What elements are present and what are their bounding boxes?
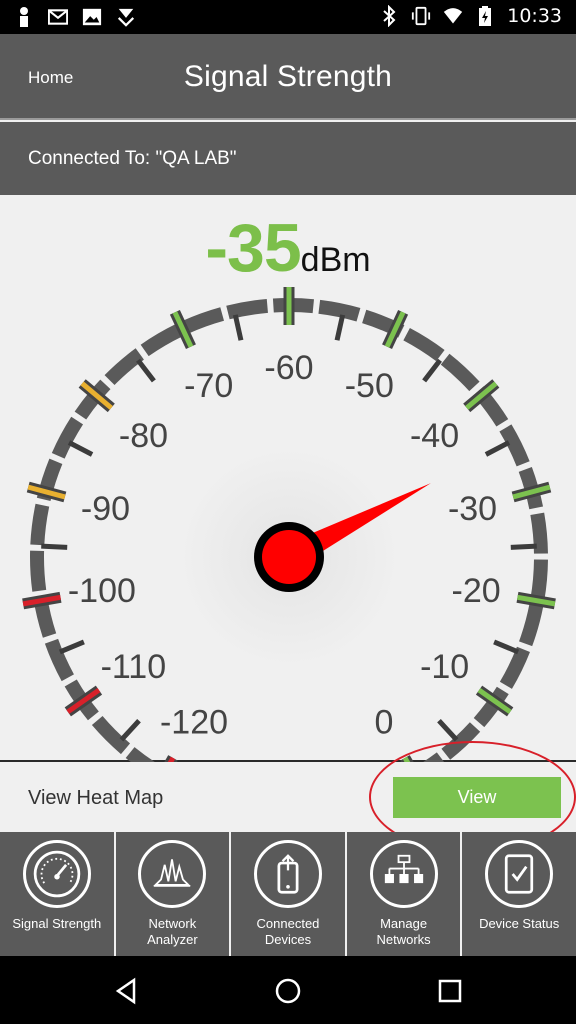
recents-icon[interactable]: [435, 976, 465, 1006]
gauge-label: -20: [452, 572, 501, 610]
home-icon[interactable]: [273, 976, 303, 1006]
nav-connected-devices[interactable]: Connected Devices: [231, 832, 347, 956]
nav-label: Connected Devices: [256, 916, 320, 947]
gauge-label: -120: [160, 704, 228, 742]
gauge-minor-tick: [41, 543, 68, 550]
gauge-label: -70: [184, 367, 233, 405]
battery-charging-icon: [479, 6, 492, 26]
spectrum-icon: [138, 840, 207, 908]
nav-device-status[interactable]: Device Status: [462, 832, 576, 956]
gauge-label: -110: [101, 648, 167, 686]
network-tree-icon: [369, 840, 438, 908]
gauge-label: 0: [375, 704, 394, 742]
gauge-minor-tick: [136, 358, 156, 383]
bottom-nav: Signal Strength Network Analyzer Connecte…: [0, 832, 576, 956]
gauge-minor-tick: [493, 639, 520, 655]
nav-manage-networks[interactable]: Manage Networks: [347, 832, 463, 956]
gauge-label: -30: [448, 490, 497, 528]
gauge-label: -50: [345, 367, 394, 405]
signal-value: -35: [205, 210, 301, 286]
app-icon: [117, 8, 135, 27]
nav-label: Signal Strength: [12, 916, 102, 931]
status-bar: 10:33: [0, 0, 576, 34]
gauge-label: -40: [410, 417, 459, 455]
gauge-label: -90: [81, 490, 130, 528]
nav-label: Manage Networks: [376, 916, 431, 947]
gauge-minor-tick: [422, 358, 442, 383]
gauge-label: -10: [420, 648, 469, 686]
clock: 10:33: [507, 5, 562, 27]
nav-label: Network Analyzer: [147, 916, 198, 947]
back-icon[interactable]: [112, 976, 142, 1006]
app-header: Home Signal Strength: [0, 34, 576, 120]
wifi-icon: [444, 8, 463, 24]
page-title: Signal Strength: [183, 60, 393, 93]
speedometer-icon: [22, 840, 91, 908]
nav-label: Device Status: [479, 916, 560, 931]
gauge-minor-tick: [232, 314, 244, 341]
gauge-minor-tick: [437, 718, 459, 742]
gauge-minor-tick: [334, 314, 346, 341]
gauge-minor-tick: [58, 639, 85, 655]
nav-network-analyzer[interactable]: Network Analyzer: [116, 832, 232, 956]
device-upload-icon: [253, 840, 322, 908]
nav-signal-strength[interactable]: Signal Strength: [0, 832, 116, 956]
signal-unit: dBm: [300, 241, 371, 279]
connection-status: Connected To: "QA LAB": [28, 148, 237, 169]
gauge-minor-tick: [67, 440, 94, 457]
gauge-minor-tick: [119, 718, 141, 742]
view-heatmap-button[interactable]: View: [393, 777, 561, 818]
gmail-icon: [48, 9, 68, 25]
gauge-minor-tick: [510, 543, 537, 550]
gauge-label: -80: [119, 417, 168, 455]
heatmap-row: View Heat Map View: [0, 741, 576, 853]
phone-check-icon: [485, 840, 554, 908]
vibrate-icon: [412, 6, 431, 26]
gauge-panel: -120 -110 -100 -90 -80 -70 -60 -50 -40 -30 -20 -10 0…: [0, 195, 576, 762]
bluetooth-icon: [383, 5, 396, 27]
heatmap-label: View Heat Map: [28, 787, 164, 809]
image-icon: [82, 8, 102, 26]
gauge-label: -100: [68, 572, 136, 610]
system-nav-bar: [0, 956, 576, 1024]
gauge-label: -60: [264, 349, 313, 387]
gauge-minor-tick: [484, 440, 511, 457]
connection-bar: Connected To: "QA LAB": [0, 122, 576, 195]
signal-reading: -35dBm: [0, 209, 576, 287]
person-icon: [20, 7, 28, 27]
